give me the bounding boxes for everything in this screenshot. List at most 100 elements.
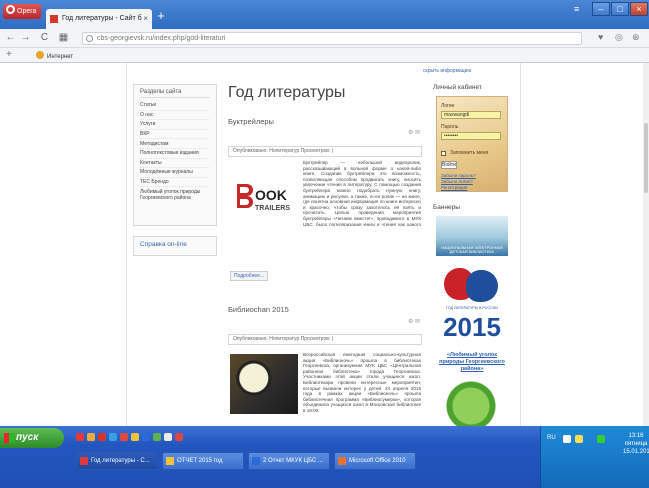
print-email-icons-2[interactable]: ⚙ ✉ (408, 318, 420, 325)
sidebar-item-contacts[interactable]: Контакты (140, 159, 210, 169)
url-text: cbs-georgievsk.ru/index.php/god-literatu… (97, 35, 226, 42)
online-help-link[interactable]: Справка on-line (133, 236, 217, 256)
sidebar-item-nature-corner[interactable]: Любимый уголок природы Георгиевского рай… (140, 187, 210, 202)
sidebar-item-tes[interactable]: ТЕС Брендо (140, 178, 210, 188)
forgot-login-link[interactable]: Забыли логин? (441, 179, 473, 184)
sidebar-item-services[interactable]: Услуги (140, 120, 210, 130)
clock-time: 13:16 (628, 433, 644, 439)
sidebar-item-methodists[interactable]: Методистам (140, 139, 210, 149)
banners-title: Баннеры (433, 204, 460, 211)
vpn-icon[interactable]: ◎ (615, 32, 623, 43)
start-label: пуск (16, 432, 39, 443)
sidebar-item-about[interactable]: О нас (140, 111, 210, 121)
system-tray: RU 13:16 пятница 15.01.2016 (540, 426, 649, 488)
article-title-biblionight[interactable]: Библиоchan 2015 (228, 305, 289, 314)
sidebar-item-fulltext[interactable]: Полнотекстовые издания (140, 149, 210, 159)
reload-icon[interactable]: C (38, 31, 51, 45)
download-icon[interactable]: ⊛ (632, 32, 640, 43)
language-indicator[interactable]: RU (547, 435, 556, 441)
quicklaunch-folder-icon[interactable] (87, 433, 95, 441)
add-bookmark-icon[interactable]: + (6, 49, 12, 60)
task-word-report[interactable]: 2 Отчет МКУК ЦБС ... (248, 452, 330, 470)
read-more-button-1[interactable]: Подробнее... (230, 271, 269, 281)
tab-menu-icon[interactable]: ≡ (574, 4, 579, 14)
scrollbar-thumb[interactable] (644, 123, 648, 193)
password-input[interactable]: •••••••• (441, 132, 501, 140)
bookmark-label: Интернет (47, 54, 74, 60)
heart-bookmark-icon[interactable]: ♥ (598, 32, 603, 42)
opera-logo-icon (6, 5, 15, 14)
forward-arrow-icon[interactable]: → (19, 31, 32, 45)
quicklaunch-ie-icon[interactable] (109, 433, 117, 441)
article-title-booktrailers[interactable]: Буктрейлеры (228, 117, 274, 126)
login-form: Логин maxwangdi Пароль •••••••• Запомнит… (436, 96, 508, 192)
bookmarks-bar: + Интернет (0, 48, 649, 63)
biblionight-clock-image (230, 354, 298, 414)
tray-security-icon[interactable] (597, 435, 605, 443)
tab-close-icon[interactable]: × (143, 9, 148, 29)
quicklaunch-star-icon[interactable] (131, 433, 139, 441)
tray-network-icon[interactable] (563, 435, 571, 443)
banner2-caption: ГОД ЛИТЕРАТУРЫ В РОССИИ (446, 306, 498, 310)
task-label: Год литературы - С... (91, 458, 150, 464)
back-arrow-icon[interactable]: ← (4, 31, 17, 45)
browser-titlebar: Opera Год литературы - Сайт б × + ≡ – □ … (0, 0, 649, 29)
remember-me-label: Запомнить меня (450, 150, 489, 156)
close-window-button[interactable]: × (630, 2, 648, 16)
article-text-booktrailers: Буктрейлер — небольшой видеоролик, расск… (303, 160, 421, 226)
browser-tab[interactable]: Год литературы - Сайт б × (46, 9, 152, 29)
print-email-icons[interactable]: ⚙ ✉ (408, 129, 420, 136)
task-report-folder[interactable]: ОТЧЕТ 2015 год (162, 452, 244, 470)
article-meta-bar: Опубликовано: Нолитератур Просмотров: | (228, 146, 422, 157)
clock-date: 15.01.2016 (623, 449, 649, 455)
quicklaunch-media-icon[interactable] (120, 433, 128, 441)
site-info-icon[interactable] (86, 35, 93, 42)
remember-me-checkbox[interactable] (441, 151, 446, 156)
sidebar-item-youth-journals[interactable]: Молодёжные журналы (140, 168, 210, 178)
minimize-button[interactable]: – (592, 2, 610, 16)
opera-menu-button[interactable]: Opera (3, 4, 41, 19)
login-submit-button[interactable]: Войти (441, 161, 457, 169)
quicklaunch-desktop-icon[interactable] (164, 433, 172, 441)
windows-taskbar: пуск Год литературы - С... ОТЧЕТ 2015 го… (0, 426, 649, 488)
task-office[interactable]: Microsoft Office 2010 (334, 452, 416, 470)
green-globe-image[interactable] (436, 376, 506, 426)
page-title: Год литературы (228, 84, 346, 101)
hide-info-link[interactable]: скрыть информацию (423, 68, 471, 74)
children-library-banner[interactable]: НАЦИОНАЛЬНАЯ ЭЛЕКТРОННАЯ ДЕТСКАЯ БИБЛИОТ… (436, 216, 508, 256)
login-input[interactable]: maxwangdi (441, 111, 501, 119)
year-of-literature-banner[interactable]: ГОД ЛИТЕРАТУРЫ В РОССИИ 2015 (436, 264, 508, 348)
start-button[interactable]: пуск (0, 428, 64, 448)
tray-clock[interactable]: 13:16 пятница 15.01.2016 (623, 432, 649, 456)
sidebar-item-articles[interactable]: Статьи (140, 101, 210, 111)
article-meta-bar-2: Опубликовано: Нолитератур Просмотров: | (228, 334, 422, 345)
login-label: Логин (441, 103, 455, 109)
task-opera-icon (80, 457, 88, 465)
speed-dial-icon[interactable]: ▦ (57, 31, 70, 45)
task-label: ОТЧЕТ 2015 год (177, 458, 223, 464)
vertical-scrollbar[interactable] (643, 63, 649, 426)
forgot-password-link[interactable]: Забыли пароль? (441, 173, 476, 178)
quicklaunch-excel-icon[interactable] (153, 433, 161, 441)
maximize-button[interactable]: □ (611, 2, 629, 16)
address-input[interactable]: cbs-georgievsk.ru/index.php/god-literatu… (82, 32, 582, 45)
task-browser[interactable]: Год литературы - С... (76, 452, 158, 470)
sidebar-item-vkr[interactable]: ВКР (140, 130, 210, 140)
book-trailers-logo: OOK TRAILERS (233, 180, 299, 214)
new-tab-plus-icon[interactable]: + (154, 8, 168, 24)
quicklaunch-opera-icon[interactable] (76, 433, 84, 441)
globe-icon (36, 51, 44, 59)
banner2-year: 2015 (443, 312, 501, 342)
logo-bottom-text: TRAILERS (255, 205, 290, 212)
quicklaunch-word-icon[interactable] (142, 433, 150, 441)
tray-volume-icon[interactable] (575, 435, 583, 443)
task-label: 2 Отчет МКУК ЦБС ... (263, 458, 323, 464)
quicklaunch-extra-icon[interactable] (175, 433, 183, 441)
banner1-caption: НАЦИОНАЛЬНАЯ ЭЛЕКТРОННАЯ ДЕТСКАЯ БИБЛИОТ… (441, 246, 503, 254)
bookmark-internet[interactable]: Интернет (36, 51, 73, 60)
clock-weekday: пятница (624, 441, 648, 447)
quicklaunch-app-icon[interactable] (98, 433, 106, 441)
nature-corner-link[interactable]: «Любимый уголок природы Георгиевского ра… (434, 352, 510, 373)
register-link[interactable]: Регистрация (441, 185, 467, 190)
sections-title: Разделы сайта (140, 89, 210, 98)
